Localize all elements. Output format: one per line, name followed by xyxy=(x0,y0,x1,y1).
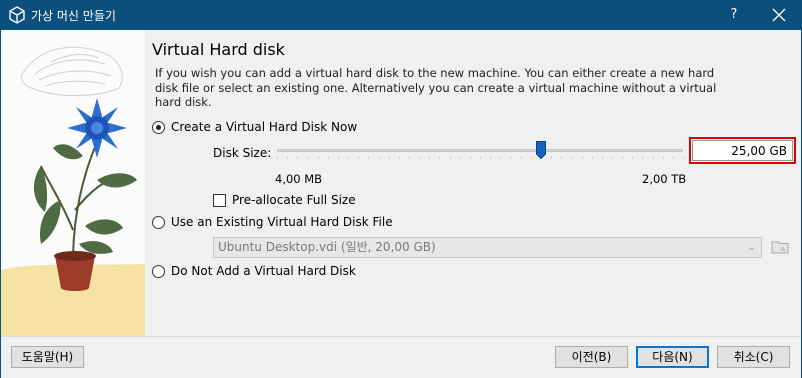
help-button[interactable]: 도움말(H) xyxy=(11,346,84,368)
folder-icon xyxy=(771,241,789,254)
wizard-illustration xyxy=(1,30,145,336)
slider-thumb[interactable] xyxy=(536,141,546,159)
slider-tick xyxy=(419,156,420,159)
slider-tick xyxy=(328,156,329,159)
existing-disk-radio[interactable] xyxy=(152,215,165,229)
slider-tick xyxy=(663,156,664,159)
slider-tick xyxy=(348,156,349,159)
title-bar: 가상 머신 만들기 ? xyxy=(0,0,802,30)
title-help-button[interactable]: ? xyxy=(712,0,756,30)
disk-size-slider[interactable] xyxy=(275,141,685,161)
disk-size-max-label: 2,00 TB xyxy=(642,172,687,186)
slider-tick xyxy=(389,156,390,159)
disk-size-highlight xyxy=(689,137,796,164)
page-title: Virtual Hard disk xyxy=(152,40,285,59)
close-icon xyxy=(772,8,786,22)
slider-tick xyxy=(582,156,583,159)
slider-tick xyxy=(490,156,491,159)
slider-tick xyxy=(358,156,359,159)
slider-tick xyxy=(561,156,562,159)
existing-disk-selected: Ubuntu Desktop.vdi (일반, 20,00 GB) xyxy=(218,240,436,254)
disk-size-label: Disk Size: xyxy=(213,146,272,160)
chevron-down-icon: ⌄ xyxy=(747,242,756,253)
slider-tick xyxy=(500,156,501,159)
slider-tick xyxy=(510,156,511,159)
create-disk-radio[interactable] xyxy=(152,120,165,134)
page-description: If you wish you can add a virtual hard d… xyxy=(155,66,717,109)
slider-tick xyxy=(592,156,593,159)
back-button[interactable]: 이전(B) xyxy=(555,346,628,368)
preallocate-option[interactable]: Pre-allocate Full Size xyxy=(213,193,356,207)
slider-tick xyxy=(287,156,288,159)
slider-tick xyxy=(683,156,684,159)
window-title: 가상 머신 만들기 xyxy=(31,9,116,23)
disk-size-min-label: 4,00 MB xyxy=(275,172,323,186)
slider-tick xyxy=(632,156,633,159)
create-disk-label: Create a Virtual Hard Disk Now xyxy=(171,120,358,134)
preallocate-checkbox[interactable] xyxy=(213,193,226,207)
disk-size-field[interactable] xyxy=(692,140,793,161)
create-disk-option[interactable]: Create a Virtual Hard Disk Now xyxy=(152,120,357,134)
slider-tick xyxy=(653,156,654,159)
slider-tick xyxy=(450,156,451,159)
slider-tick xyxy=(612,156,613,159)
virtualbox-app-icon xyxy=(9,6,25,24)
existing-disk-option[interactable]: Use an Existing Virtual Hard Disk File xyxy=(152,215,393,229)
slider-tick xyxy=(642,156,643,159)
slider-tick xyxy=(277,156,278,159)
slider-ticks xyxy=(275,156,685,159)
slider-tick xyxy=(470,156,471,159)
button-bar: 도움말(H) 이전(B) 다음(N) 취소(C) xyxy=(1,336,801,378)
no-disk-option[interactable]: Do Not Add a Virtual Hard Disk xyxy=(152,264,356,278)
slider-tick xyxy=(521,156,522,159)
slider-tick xyxy=(551,156,552,159)
slider-tick xyxy=(379,156,380,159)
slider-tick xyxy=(460,156,461,159)
slider-tick xyxy=(602,156,603,159)
existing-disk-label: Use an Existing Virtual Hard Disk File xyxy=(171,215,393,229)
slider-tick xyxy=(297,156,298,159)
slider-tick xyxy=(429,156,430,159)
slider-tick xyxy=(622,156,623,159)
slider-groove xyxy=(277,149,683,152)
close-button[interactable] xyxy=(756,0,802,30)
cancel-button[interactable]: 취소(C) xyxy=(717,346,790,368)
slider-tick xyxy=(409,156,410,159)
flower-pot-illustration xyxy=(1,46,145,336)
slider-tick xyxy=(531,156,532,159)
slider-tick xyxy=(399,156,400,159)
slider-tick xyxy=(439,156,440,159)
existing-disk-select: Ubuntu Desktop.vdi (일반, 20,00 GB) ⌄ xyxy=(213,237,762,258)
slider-tick xyxy=(673,156,674,159)
no-disk-radio[interactable] xyxy=(152,264,165,278)
slider-tick xyxy=(338,156,339,159)
slider-tick xyxy=(368,156,369,159)
slider-tick xyxy=(318,156,319,159)
slider-tick xyxy=(480,156,481,159)
slider-tick xyxy=(307,156,308,159)
preallocate-label: Pre-allocate Full Size xyxy=(232,193,356,207)
slider-tick xyxy=(571,156,572,159)
no-disk-label: Do Not Add a Virtual Hard Disk xyxy=(171,264,356,278)
next-button[interactable]: 다음(N) xyxy=(636,346,709,368)
wizard-page: Virtual Hard disk If you wish you can ad… xyxy=(145,30,801,336)
